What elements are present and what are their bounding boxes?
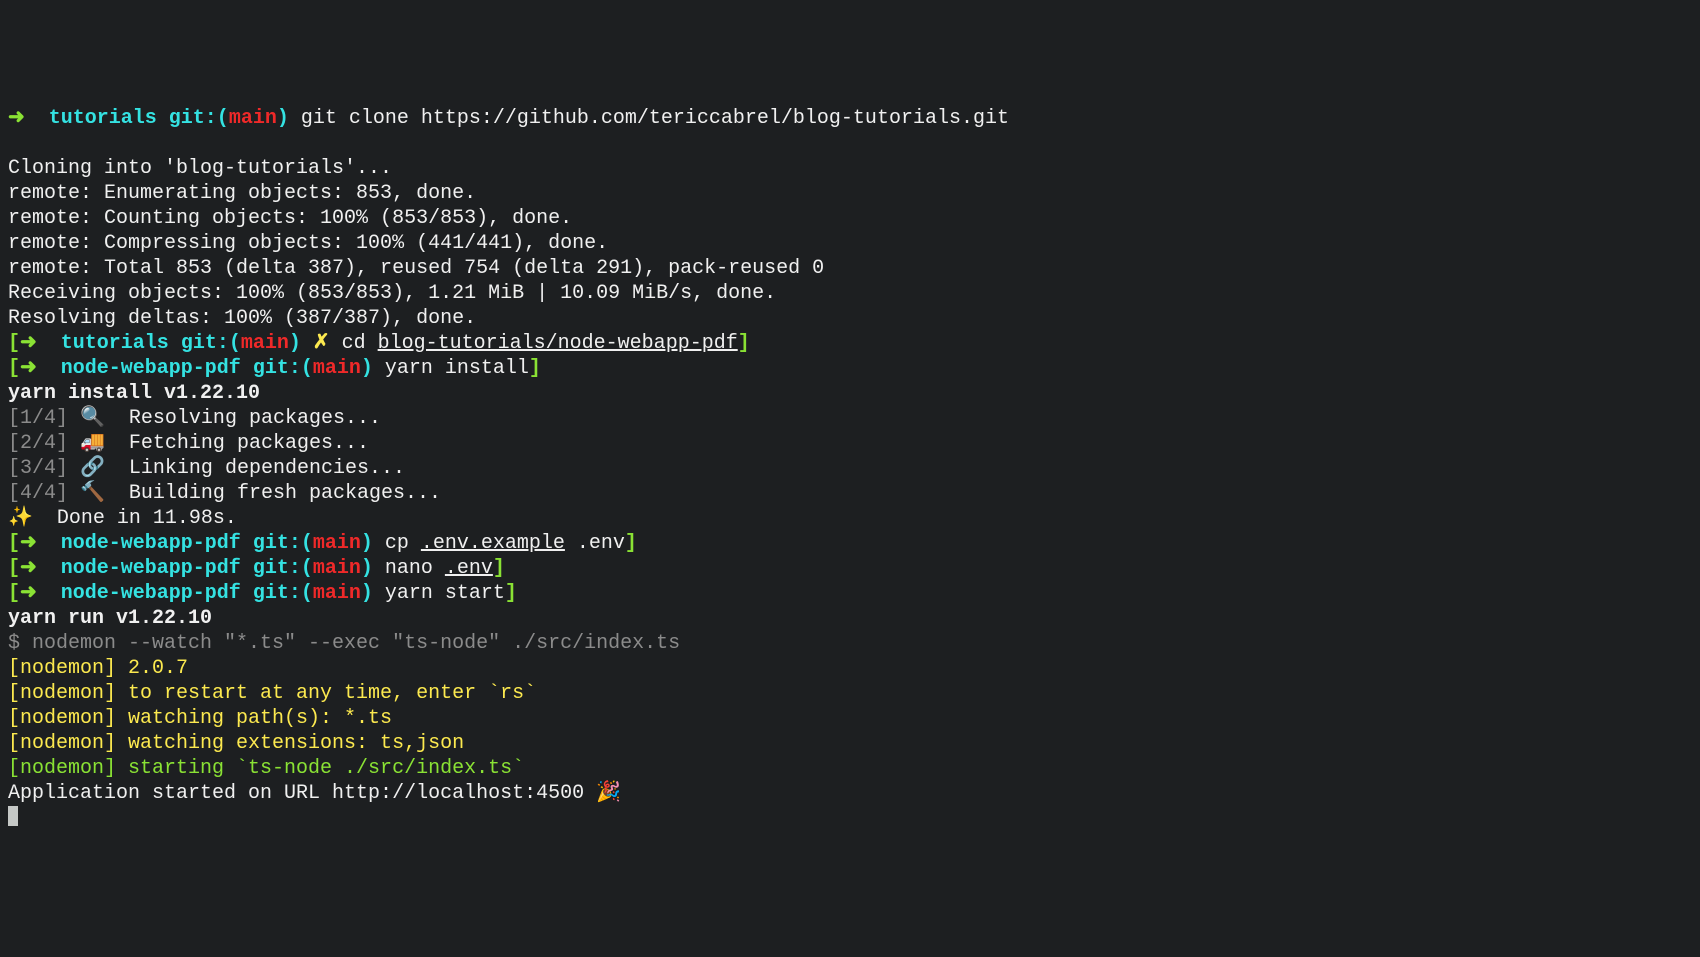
git-label: git:(: [253, 357, 313, 380]
step-text: Fetching packages...: [129, 432, 369, 455]
nodemon-cmd: $ nodemon --watch "*.ts" --exec "ts-node…: [8, 632, 680, 655]
git-label: git:(: [253, 582, 313, 605]
git-branch: main: [313, 582, 361, 605]
prompt-dir: node-webapp-pdf: [61, 557, 253, 580]
output-line: remote: Total 853 (delta 387), reused 75…: [8, 257, 824, 280]
step-text: Linking dependencies...: [129, 457, 405, 480]
prompt-dir: node-webapp-pdf: [61, 532, 253, 555]
output-line: remote: Enumerating objects: 853, done.: [8, 182, 476, 205]
sparkles-icon: ✨: [8, 507, 57, 530]
git-close: ): [361, 532, 385, 555]
git-close: ): [361, 557, 385, 580]
search-icon: 🔍: [80, 407, 129, 430]
hammer-icon: 🔨: [80, 482, 129, 505]
prompt-dir: node-webapp-pdf: [61, 582, 253, 605]
cmd-path: .env.example: [421, 532, 565, 555]
prompt-arrow: ➜: [8, 107, 49, 130]
bracket-close: ]: [625, 532, 637, 555]
yarn-version: yarn run v1.22.10: [8, 607, 212, 630]
yarn-step: [3/4] 🔗 Linking dependencies...: [8, 457, 405, 480]
prompt-arrow: ➜: [20, 332, 61, 355]
git-close: ): [361, 582, 385, 605]
prompt-arrow: ➜: [20, 357, 61, 380]
prompt-line: [➜ node-webapp-pdf git:(main) cp .env.ex…: [8, 532, 637, 555]
prompt-line: [➜ tutorials git:(main) ✗ cd blog-tutori…: [8, 332, 750, 355]
bracket-open: [: [8, 582, 20, 605]
prompt-arrow: ➜: [20, 582, 61, 605]
cmd-path: .env: [445, 557, 493, 580]
bracket-open: [: [8, 532, 20, 555]
link-icon: 🔗: [80, 457, 129, 480]
git-branch: main: [313, 557, 361, 580]
git-branch: main: [229, 107, 277, 130]
git-branch: main: [313, 532, 361, 555]
prompt-line: [➜ node-webapp-pdf git:(main) yarn start…: [8, 582, 517, 605]
step-index: [1/4]: [8, 407, 80, 430]
nodemon-line: [nodemon] 2.0.7: [8, 657, 188, 680]
bracket-close: ]: [505, 582, 517, 605]
bracket-close: ]: [738, 332, 750, 355]
git-close: ): [361, 357, 385, 380]
prompt-line: ➜ tutorials git:(main) git clone https:/…: [8, 107, 1009, 130]
prompt-arrow: ➜: [20, 557, 61, 580]
bracket-open: [: [8, 357, 20, 380]
app-text: Application started on URL http://localh…: [8, 782, 596, 805]
bracket-close: ]: [529, 357, 541, 380]
app-started: Application started on URL http://localh…: [8, 782, 621, 805]
bracket-open: [: [8, 332, 20, 355]
prompt-line: [➜ node-webapp-pdf git:(main) nano .env]: [8, 557, 505, 580]
cursor-block: [8, 806, 18, 826]
git-dirty-icon: ✗: [313, 332, 342, 355]
git-close: ): [277, 107, 301, 130]
bracket-open: [: [8, 557, 20, 580]
git-branch: main: [241, 332, 289, 355]
cmd-text: cd: [342, 332, 378, 355]
truck-icon: 🚚: [80, 432, 129, 455]
prompt-arrow: ➜: [20, 532, 61, 555]
step-index: [3/4]: [8, 457, 80, 480]
party-icon: 🎉: [596, 782, 621, 805]
prompt-line: [➜ node-webapp-pdf git:(main) yarn insta…: [8, 357, 541, 380]
step-index: [2/4]: [8, 432, 80, 455]
yarn-version: yarn install v1.22.10: [8, 382, 260, 405]
cmd-text: nano: [385, 557, 445, 580]
prompt-dir: node-webapp-pdf: [61, 357, 253, 380]
git-close: ): [289, 332, 313, 355]
git-label: git:(: [253, 532, 313, 555]
prompt-dir: tutorials: [49, 107, 169, 130]
terminal-output[interactable]: ➜ tutorials git:(main) git clone https:/…: [8, 106, 1692, 832]
yarn-done: ✨ Done in 11.98s.: [8, 507, 237, 530]
git-branch: main: [313, 357, 361, 380]
nodemon-line: [nodemon] watching path(s): *.ts: [8, 707, 392, 730]
step-text: Building fresh packages...: [129, 482, 441, 505]
cmd-text: cp: [385, 532, 421, 555]
git-label: git:(: [181, 332, 241, 355]
bracket-close: ]: [493, 557, 505, 580]
prompt-dir: tutorials: [61, 332, 181, 355]
nodemon-line: [nodemon] to restart at any time, enter …: [8, 682, 536, 705]
done-text: Done in 11.98s.: [57, 507, 237, 530]
output-line: remote: Counting objects: 100% (853/853)…: [8, 207, 572, 230]
step-text: Resolving packages...: [129, 407, 381, 430]
git-label: git:(: [253, 557, 313, 580]
yarn-step: [1/4] 🔍 Resolving packages...: [8, 407, 381, 430]
nodemon-line: [nodemon] watching extensions: ts,json: [8, 732, 464, 755]
step-index: [4/4]: [8, 482, 80, 505]
cmd-text: .env: [565, 532, 625, 555]
cmd-path: blog-tutorials/node-webapp-pdf: [378, 332, 738, 355]
cmd-text: yarn start: [385, 582, 505, 605]
output-line: Resolving deltas: 100% (387/387), done.: [8, 307, 476, 330]
output-line: Cloning into 'blog-tutorials'...: [8, 157, 392, 180]
nodemon-start: [nodemon] starting `ts-node ./src/index.…: [8, 757, 524, 780]
git-label: git:(: [169, 107, 229, 130]
cmd-text: yarn install: [385, 357, 529, 380]
output-line: remote: Compressing objects: 100% (441/4…: [8, 232, 608, 255]
yarn-step: [4/4] 🔨 Building fresh packages...: [8, 482, 441, 505]
yarn-step: [2/4] 🚚 Fetching packages...: [8, 432, 369, 455]
output-line: Receiving objects: 100% (853/853), 1.21 …: [8, 282, 776, 305]
cmd-text: git clone https://github.com/tericcabrel…: [301, 107, 1009, 130]
